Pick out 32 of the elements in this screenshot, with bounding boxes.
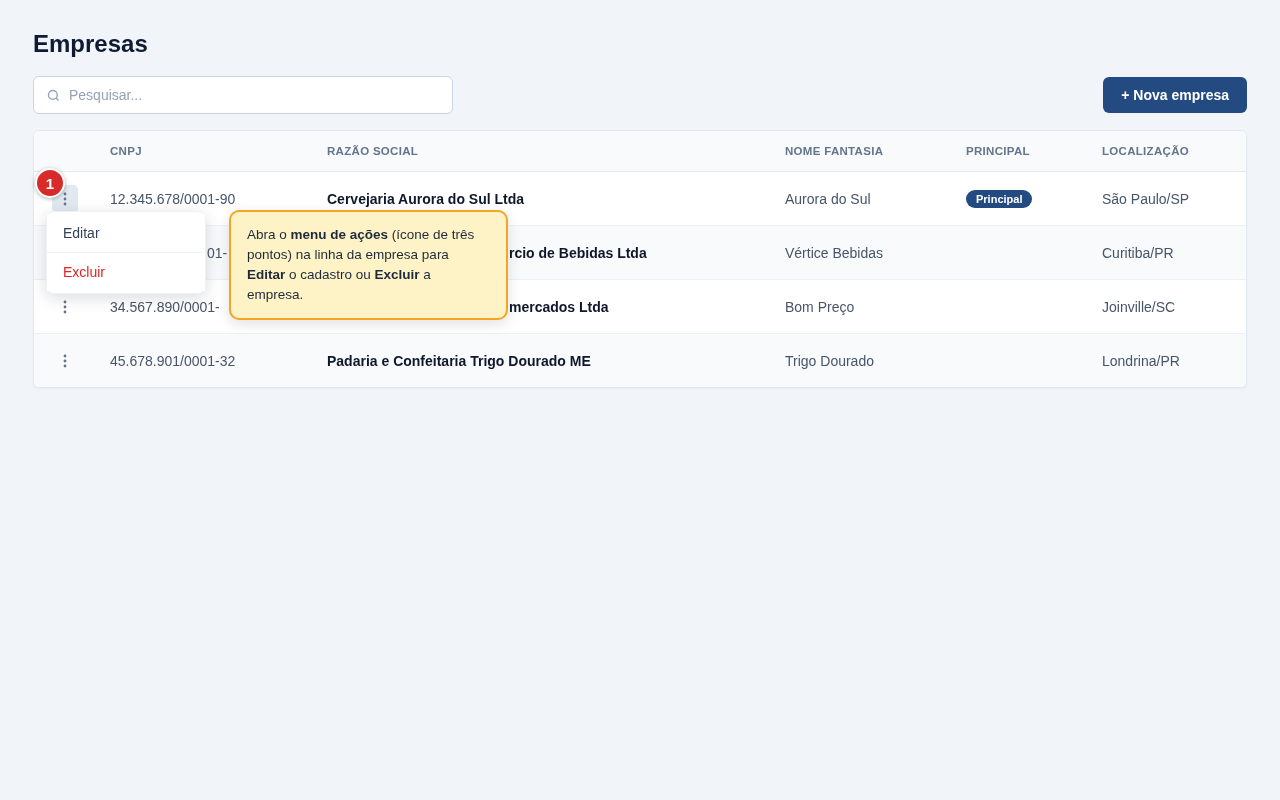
- table-cell: Padaria e Confeitaria Trigo Dourado ME: [327, 352, 591, 369]
- page-title: Empresas: [33, 30, 149, 58]
- new-company-button[interactable]: + Nova empresa: [1103, 77, 1247, 113]
- column-header: RAZÃO SOCIAL: [327, 145, 420, 157]
- table-cell: rcio de Bebidas Ltda: [509, 244, 647, 261]
- table-cell: Vértice Bebidas: [785, 244, 884, 261]
- column-header: LOCALIZAÇÃO: [1102, 145, 1190, 157]
- more-icon: [63, 299, 67, 314]
- more-icon: [63, 191, 67, 206]
- search-field[interactable]: Pesquisar...: [33, 76, 453, 114]
- tooltip-callout: Abra o menu de ações (ícone de três pontos) na linha da empresa para Editar o cadastro ou Excluir a empresa.: [229, 210, 508, 320]
- principal-badge: Principal: [966, 190, 1033, 208]
- table-cell: mercados Ltda: [509, 298, 609, 315]
- table-cell: São Paulo/SP: [1102, 190, 1190, 207]
- search-icon: [46, 88, 61, 103]
- more-icon: [63, 353, 67, 368]
- table-cell: Cervejaria Aurora do Sul Ltda: [327, 190, 525, 207]
- table-cell: Bom Preço: [785, 298, 855, 315]
- column-header: PRINCIPAL: [966, 145, 1031, 157]
- table-cell: 34.567.890/0001-: [110, 298, 220, 315]
- column-header: CNPJ: [110, 145, 143, 157]
- table-cell: 45.678.901/0001-32: [110, 352, 236, 369]
- table-cell: Curitiba/PR: [1102, 244, 1174, 261]
- menu-item[interactable]: Editar: [47, 214, 205, 252]
- table-cell: 12.345.678/0001-90: [110, 190, 236, 207]
- table-cell: Trigo Dourado: [785, 352, 874, 369]
- table-cell: Londrina/PR: [1102, 352, 1180, 369]
- table-cell: Aurora do Sul: [785, 190, 871, 207]
- menu-item[interactable]: Excluir: [47, 252, 205, 291]
- column-header: NOME FANTASIA: [785, 145, 885, 157]
- table-cell: 01-: [207, 244, 228, 261]
- table-cell: Joinville/SC: [1102, 298, 1176, 315]
